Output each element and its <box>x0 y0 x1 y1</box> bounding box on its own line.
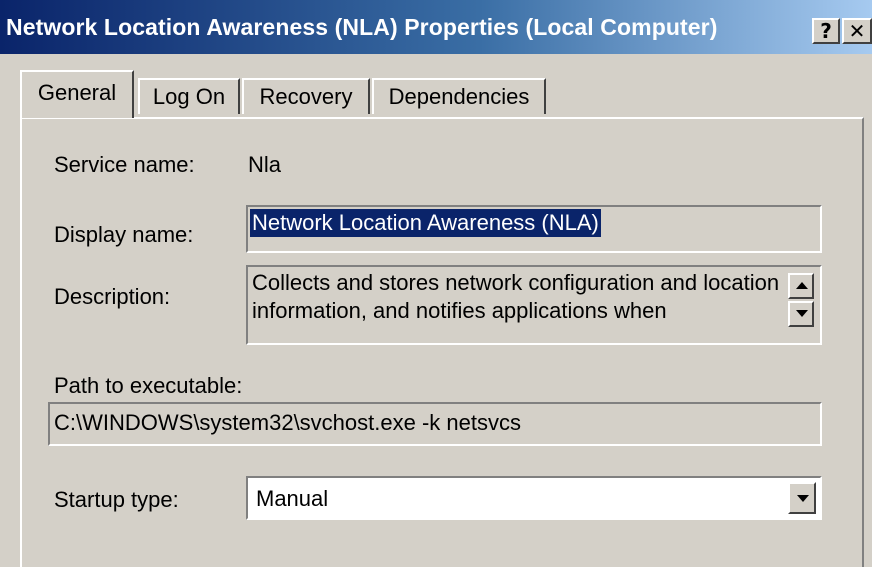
path-value: C:\WINDOWS\system32\svchost.exe -k netsv… <box>54 410 521 435</box>
close-button[interactable]: ✕ <box>842 18 872 44</box>
service-name-label: Service name: <box>54 152 195 177</box>
service-name-value: Nla <box>248 152 282 177</box>
display-name-label: Display name: <box>54 222 194 247</box>
startup-type-dropdown-button[interactable] <box>788 482 816 514</box>
display-name-value: Network Location Awareness (NLA) <box>250 209 601 237</box>
tab-general[interactable]: General <box>20 70 134 118</box>
title-bar[interactable]: Network Location Awareness (NLA) Propert… <box>0 0 872 54</box>
description-field[interactable]: Collects and stores network configuratio… <box>246 265 822 345</box>
path-field[interactable]: C:\WINDOWS\system32\svchost.exe -k netsv… <box>48 402 822 446</box>
window-title: Network Location Awareness (NLA) Propert… <box>6 14 718 40</box>
chevron-down-icon <box>797 495 809 502</box>
scroll-down-button[interactable] <box>788 301 814 327</box>
tab-recovery[interactable]: Recovery <box>242 78 370 114</box>
scroll-up-button[interactable] <box>788 273 814 299</box>
help-button[interactable]: ? <box>812 18 840 44</box>
description-text: Collects and stores network configuratio… <box>252 270 780 323</box>
arrow-up-icon <box>796 282 808 289</box>
startup-type-select[interactable]: Manual <box>246 476 822 520</box>
startup-type-label: Startup type: <box>54 487 179 512</box>
tab-dependencies[interactable]: Dependencies <box>372 78 546 114</box>
startup-type-value: Manual <box>256 486 329 511</box>
arrow-down-icon <box>796 310 808 317</box>
description-label: Description: <box>54 284 171 309</box>
display-name-field[interactable]: Network Location Awareness (NLA) <box>246 205 822 253</box>
path-label: Path to executable: <box>54 373 243 398</box>
tab-log-on[interactable]: Log On <box>138 78 240 114</box>
